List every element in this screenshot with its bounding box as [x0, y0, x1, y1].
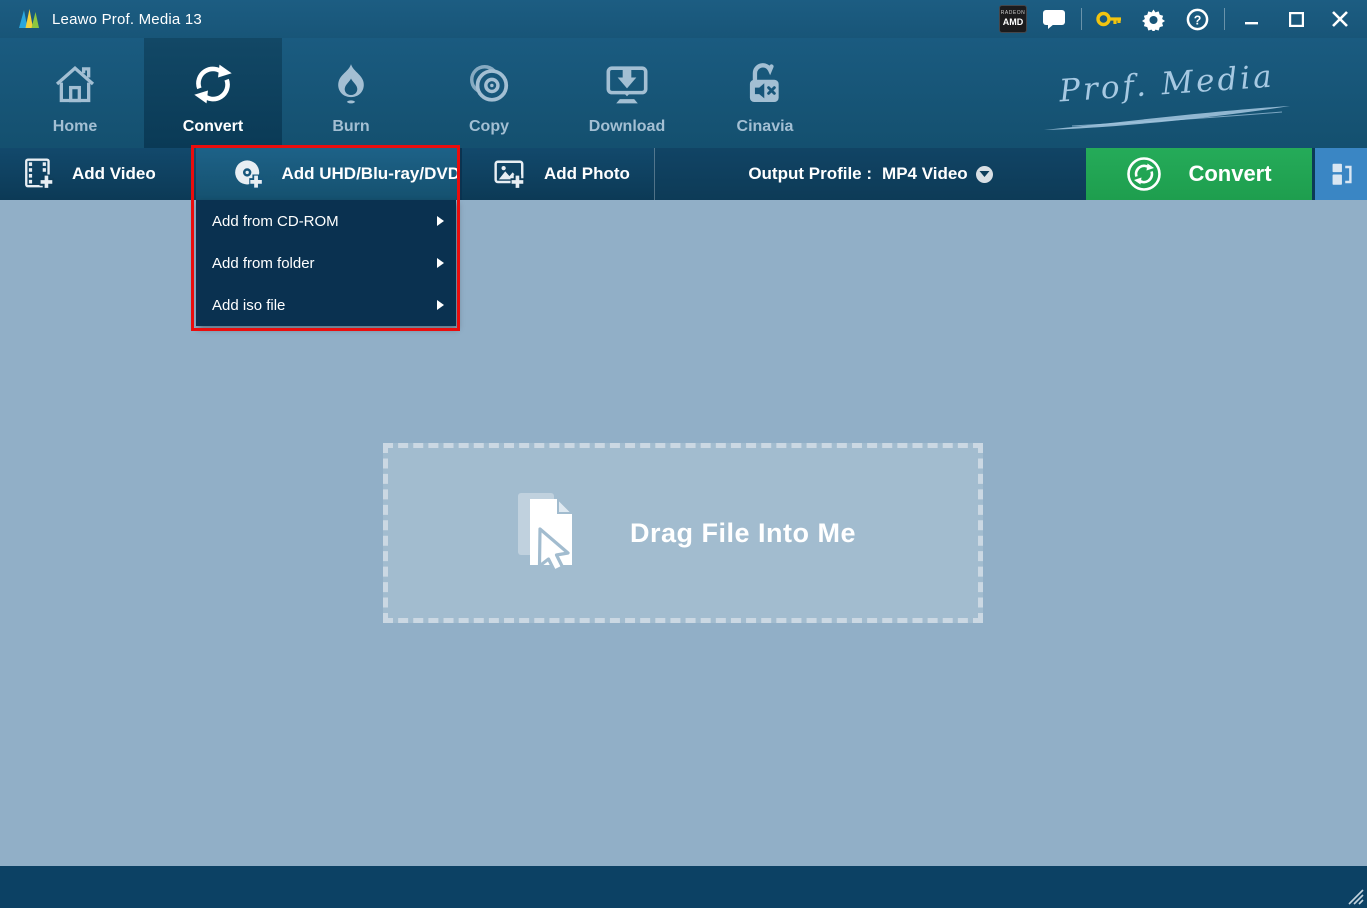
output-profile-label: Output Profile : — [748, 164, 872, 184]
copy-icon — [466, 58, 512, 110]
convert-button-label: Convert — [1188, 161, 1271, 187]
burn-icon — [329, 58, 373, 110]
convert-action-icon — [1126, 156, 1162, 192]
add-uhd-label: Add UHD/Blu-ray/DVD — [281, 164, 460, 184]
feedback-icon[interactable] — [1037, 4, 1071, 34]
tab-label: Convert — [183, 118, 243, 136]
tab-label: Copy — [469, 118, 509, 136]
add-disc-icon — [232, 156, 265, 192]
output-profile-selector[interactable]: Output Profile : MP4 Video — [654, 148, 1086, 200]
menu-item-add-iso-file[interactable]: Add iso file — [196, 284, 456, 326]
drag-file-icon — [510, 487, 588, 579]
tab-label: Download — [589, 118, 665, 136]
convert-icon — [190, 58, 236, 110]
svg-text:?: ? — [1193, 13, 1201, 27]
output-profile-value: MP4 Video — [882, 164, 968, 184]
app-window: Leawo Prof. Media 13 RADEON AMD — [0, 0, 1367, 908]
add-video-icon — [22, 156, 56, 192]
add-video-button[interactable]: Add Video — [0, 148, 196, 200]
submenu-arrow-icon — [437, 258, 444, 268]
resize-grip[interactable] — [1346, 887, 1364, 905]
convert-button[interactable]: Convert — [1086, 148, 1312, 200]
tab-label: Cinavia — [737, 118, 794, 136]
titlebar-separator — [1081, 8, 1082, 30]
action-toolbar: Add Video Add UHD/Blu-ray/DVD Add Photo — [0, 148, 1367, 200]
add-video-label: Add Video — [72, 164, 156, 184]
add-uhd-dropdown-menu: Add from CD-ROM Add from folder Add iso … — [196, 200, 456, 326]
menu-item-add-from-folder[interactable]: Add from folder — [196, 242, 456, 284]
tab-download[interactable]: Download — [558, 38, 696, 148]
tab-label: Home — [53, 118, 97, 136]
tab-cinavia[interactable]: Cinavia — [696, 38, 834, 148]
add-uhd-bluray-dvd-button[interactable]: Add UHD/Blu-ray/DVD — [196, 148, 460, 200]
leawo-logo-icon — [16, 7, 42, 31]
main-navigation: Home Convert — [0, 38, 1367, 148]
cinavia-icon — [742, 58, 788, 110]
download-icon — [604, 58, 650, 110]
window-title: Leawo Prof. Media 13 — [52, 11, 202, 28]
tab-convert[interactable]: Convert — [144, 38, 282, 148]
help-icon[interactable]: ? — [1180, 4, 1214, 34]
amd-badge-line2: AMD — [1003, 18, 1024, 27]
tab-home[interactable]: Home — [6, 38, 144, 148]
brand-text: Prof. Media — [1058, 59, 1276, 110]
titlebar-separator — [1224, 8, 1225, 30]
add-photo-button[interactable]: Add Photo — [460, 148, 654, 200]
menu-item-label: Add from folder — [212, 255, 437, 272]
toggle-panel-button[interactable] — [1312, 148, 1367, 200]
prof-media-brand: Prof. Media — [1042, 66, 1292, 132]
register-key-icon[interactable] — [1092, 4, 1126, 34]
panel-layout-icon — [1326, 159, 1356, 189]
brand-swoosh — [1042, 104, 1292, 132]
add-photo-icon — [492, 157, 528, 191]
status-bar — [0, 866, 1367, 908]
menu-item-label: Add iso file — [212, 297, 437, 314]
titlebar: Leawo Prof. Media 13 RADEON AMD — [0, 0, 1367, 38]
maximize-button[interactable] — [1279, 4, 1313, 34]
menu-item-label: Add from CD-ROM — [212, 213, 437, 230]
amd-radeon-badge: RADEON AMD — [999, 5, 1027, 33]
dropzone-label: Drag File Into Me — [630, 518, 856, 549]
tab-label: Burn — [332, 118, 369, 136]
tab-burn[interactable]: Burn — [282, 38, 420, 148]
add-photo-label: Add Photo — [544, 164, 630, 184]
minimize-button[interactable] — [1235, 4, 1269, 34]
submenu-arrow-icon — [437, 300, 444, 310]
submenu-arrow-icon — [437, 216, 444, 226]
amd-badge-line1: RADEON — [1001, 11, 1025, 16]
tab-copy[interactable]: Copy — [420, 38, 558, 148]
close-button[interactable] — [1323, 4, 1357, 34]
settings-gear-icon[interactable] — [1136, 4, 1170, 34]
chevron-down-icon — [976, 166, 993, 183]
home-icon — [52, 58, 98, 110]
drag-drop-zone[interactable]: Drag File Into Me — [383, 443, 983, 623]
menu-item-add-from-cdrom[interactable]: Add from CD-ROM — [196, 200, 456, 242]
